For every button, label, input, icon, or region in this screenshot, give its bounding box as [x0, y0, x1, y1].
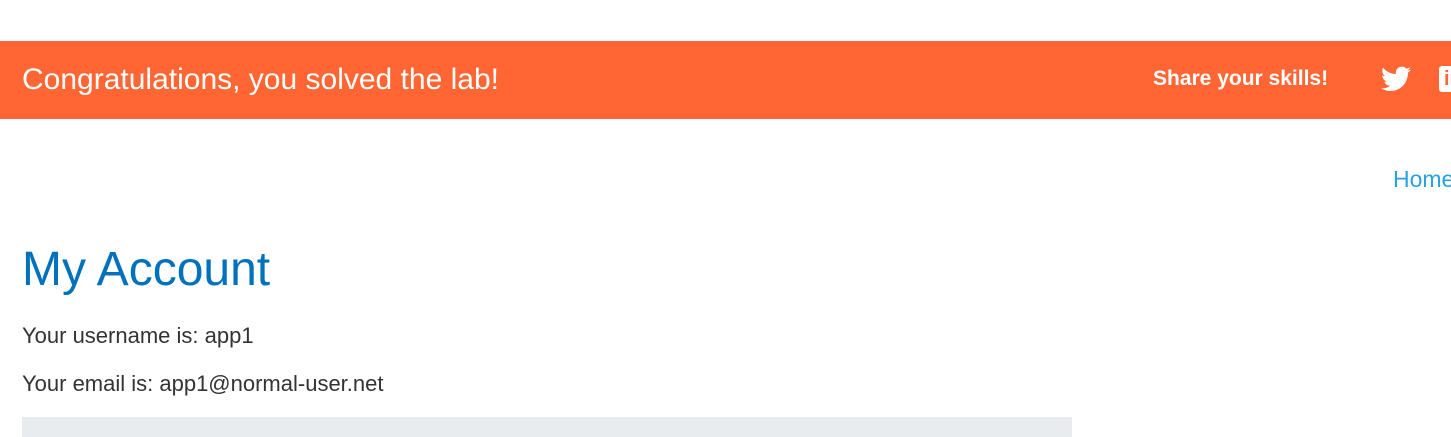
email-text: Your email is: app1@normal-user.net: [22, 371, 384, 396]
page-title: My Account: [22, 243, 271, 296]
home-link[interactable]: Home: [1393, 165, 1451, 193]
share-skills-label: Share your skills!: [1153, 67, 1329, 90]
solved-banner: Congratulations, you solved the lab! Sha…: [0, 41, 1451, 119]
update-email-form-container: [22, 417, 1072, 437]
banner-message: Congratulations, you solved the lab!: [22, 63, 499, 96]
linkedin-icon[interactable]: in: [1439, 66, 1451, 92]
linkedin-glyph: in: [1444, 68, 1451, 90]
username-text: Your username is: app1: [22, 323, 254, 348]
twitter-icon[interactable]: [1381, 66, 1411, 92]
